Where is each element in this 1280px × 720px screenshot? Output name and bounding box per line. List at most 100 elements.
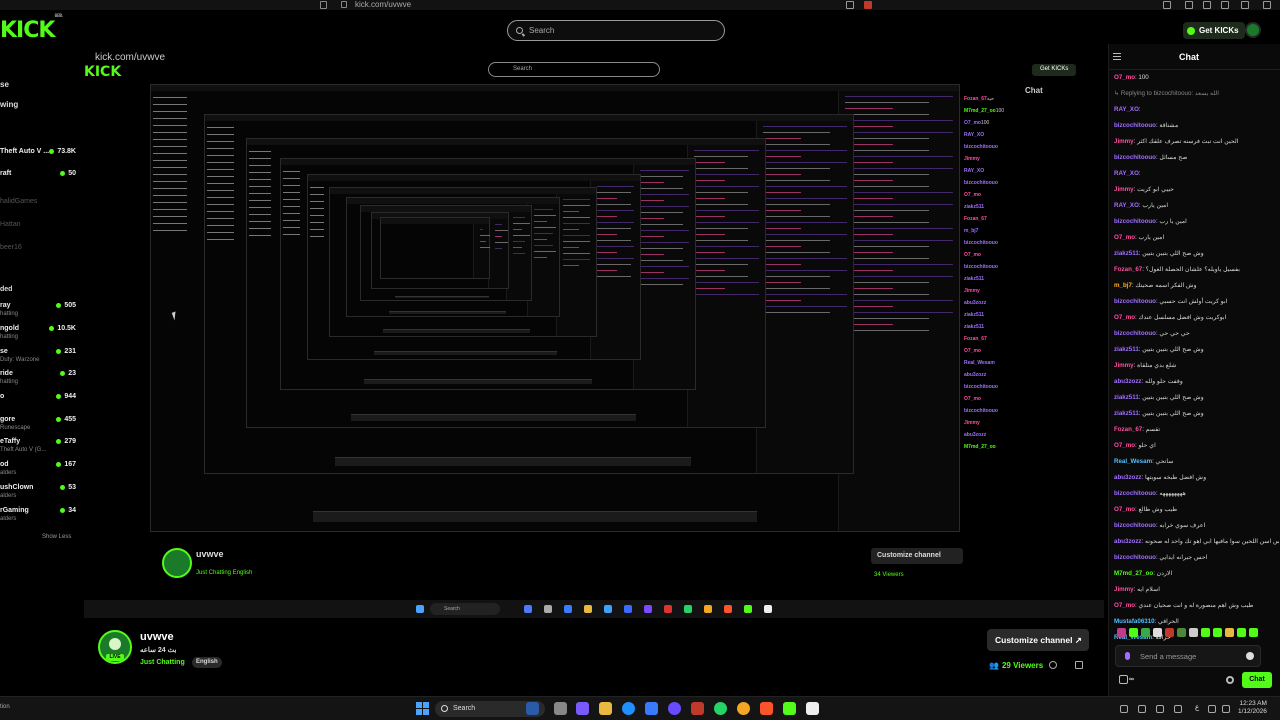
chat-message[interactable]: Jimmy: الحين انت تبث فرسنه تصرف علقك اكث… <box>1114 134 1279 150</box>
chat-username[interactable]: RAY_XO <box>1114 170 1139 177</box>
chat-username[interactable]: m_bj7 <box>1114 282 1132 289</box>
chat-username[interactable]: O7_mo <box>1114 234 1135 241</box>
chat-message[interactable]: O7_mo: اي حلو <box>1114 438 1279 454</box>
minimize-icon[interactable] <box>1221 1 1229 9</box>
show-less-button[interactable]: Show Less <box>42 534 71 540</box>
chat-username[interactable]: bizcochitoouo <box>1114 218 1156 225</box>
chat-message[interactable]: Fozan_67: تقسم <box>1114 422 1279 438</box>
kick-app-icon[interactable] <box>783 702 796 715</box>
chat-message[interactable]: RAY_XO: <box>1114 102 1279 118</box>
chat-username[interactable]: Jimmy <box>1114 362 1134 369</box>
maximize-icon[interactable] <box>1241 1 1249 9</box>
chat-message[interactable]: RAY_XO: <box>1114 166 1279 182</box>
chat-message[interactable]: bizcochitoouo: اعرف سوي خرابه <box>1114 518 1279 534</box>
chat-message[interactable]: bizcochitoouo: احس جيرانه ايدايي <box>1114 550 1279 566</box>
emote-icon[interactable] <box>1165 628 1174 637</box>
emote-icon[interactable] <box>1117 628 1126 637</box>
volume-icon[interactable] <box>1222 705 1230 713</box>
emote-icon[interactable] <box>1225 628 1234 637</box>
chat-username[interactable]: ziakz511 <box>1114 250 1139 257</box>
extension-icon[interactable] <box>1163 1 1171 9</box>
chat-message[interactable]: bizcochitoouo: ههههههههه <box>1114 486 1279 502</box>
mic-icon[interactable] <box>1125 652 1130 660</box>
chat-username[interactable]: Fozan_67 <box>1114 426 1142 433</box>
chat-message[interactable]: bizcochitoouo: ابو كريت أولش انت حسبي <box>1114 294 1279 310</box>
channel-name[interactable]: uvwve <box>140 631 174 643</box>
chat-username[interactable]: bizcochitoouo <box>1114 490 1156 497</box>
taskbar-widget[interactable]: tion <box>0 704 10 710</box>
chat-username[interactable]: O7_mo <box>1114 506 1135 513</box>
sidebar-channel[interactable]: raft 50 <box>0 170 80 190</box>
chat-message[interactable]: O7_mo: امين يارب <box>1114 230 1279 246</box>
chat-message[interactable]: bizcochitoouo: امين يا رب <box>1114 214 1279 230</box>
offline-channel[interactable]: Hattan <box>0 221 21 228</box>
offline-channel[interactable]: beer16 <box>0 244 22 251</box>
chat-message[interactable]: abu3zozz: احس اسن اللحين سوا مافيها ابي … <box>1114 534 1279 550</box>
chat-username[interactable]: RAY_XO <box>1114 106 1139 113</box>
emote-icon[interactable] <box>1189 628 1198 637</box>
chat-message[interactable]: O7_mo: طيب وش اهم منصورة له و انت صحيان … <box>1114 598 1279 614</box>
chat-username[interactable]: abu3zozz <box>1114 474 1142 481</box>
task-view-icon[interactable] <box>554 702 567 715</box>
chat-send-button[interactable]: Chat <box>1242 672 1272 688</box>
tray-app-icon[interactable] <box>1138 705 1146 713</box>
collapse-chat-icon[interactable] <box>1113 53 1121 60</box>
chat-username[interactable]: RAY_XO <box>1114 202 1139 209</box>
sidebar-channel[interactable]: ushClown alders 53 <box>0 484 80 504</box>
site-info-icon[interactable] <box>341 1 347 8</box>
chat-username[interactable]: Jimmy <box>1114 186 1134 193</box>
chat-message[interactable]: bizcochitoouo: مشتاقة <box>1114 118 1279 134</box>
search-input[interactable]: Search <box>507 20 725 41</box>
bookmark-icon[interactable] <box>320 1 327 9</box>
stream-category[interactable]: Just Chatting <box>140 659 185 666</box>
emote-icon[interactable] <box>1201 628 1210 637</box>
emote-icon[interactable] <box>1153 628 1162 637</box>
chat-username[interactable]: abu3zozz <box>1114 378 1142 385</box>
notepad-icon[interactable] <box>806 702 819 715</box>
chat-username[interactable]: abu3zozz <box>1114 538 1142 545</box>
chat-username[interactable]: M7md_27_oo <box>1114 570 1153 577</box>
chat-message[interactable]: M7md_27_oo: الاردن <box>1114 566 1279 582</box>
chat-username[interactable]: Jimmy <box>1114 586 1134 593</box>
file-explorer-icon[interactable] <box>599 702 612 715</box>
chat-input[interactable]: Send a message <box>1115 645 1261 667</box>
app-icon[interactable] <box>737 702 750 715</box>
chat-message[interactable]: O7_mo: طيب وش طالع <box>1114 502 1279 518</box>
sidebar-channel[interactable]: gore Runescape 455 <box>0 416 80 436</box>
chat-username[interactable]: Mustafa06310 <box>1114 618 1155 625</box>
chat-username[interactable]: O7_mo <box>1114 74 1135 81</box>
emote-icon[interactable] <box>1177 628 1186 637</box>
chat-username[interactable]: bizcochitoouo <box>1114 330 1156 337</box>
discord-icon[interactable] <box>668 702 681 715</box>
chat-username[interactable]: O7_mo <box>1114 442 1135 449</box>
channel-avatar[interactable]: LIVE <box>98 630 132 664</box>
sidebar-channel[interactable]: ngold hatting 10.5K <box>0 325 80 345</box>
chat-message[interactable]: Jimmy: حييي ابو كريت <box>1114 182 1279 198</box>
share-icon[interactable] <box>1049 661 1057 669</box>
sidebar-channel[interactable]: se Duty: Warzone 231 <box>0 348 80 368</box>
chat-message[interactable]: m_bj7: وش الفكر اسمه صحيتك <box>1114 278 1279 294</box>
chat-message[interactable]: Real_Wesam: ساتحي <box>1114 454 1279 470</box>
chat-username[interactable]: Jimmy <box>1114 138 1134 145</box>
emote-icon[interactable] <box>1237 628 1246 637</box>
store-icon[interactable] <box>645 702 658 715</box>
nav-browse[interactable]: se <box>0 80 9 89</box>
chat-username[interactable]: bizcochitoouo <box>1114 522 1156 529</box>
emote-icon[interactable] <box>1129 628 1138 637</box>
address-bar[interactable]: kick.com/uvwve <box>355 0 411 10</box>
chat-message[interactable]: O7_mo: 100 <box>1114 70 1279 86</box>
sidebar-channel[interactable]: Theft Auto V ... 73.8K <box>0 148 80 168</box>
language-tag[interactable]: English <box>192 657 222 668</box>
chat-reply-line[interactable]: ↳ Replying to bizcochitoouo: الله يسعد <box>1114 86 1279 102</box>
chat-message[interactable]: Fozan_67: بفسيل ياويله؟ علشان الحصلة الغ… <box>1114 262 1279 278</box>
chat-username[interactable]: ziakz511 <box>1114 346 1139 353</box>
mic-tray-icon[interactable] <box>1174 705 1182 713</box>
chat-username[interactable]: ziakz511 <box>1114 410 1139 417</box>
kick-logo[interactable]: KICKBETA <box>0 13 63 43</box>
red-app-icon[interactable] <box>691 702 704 715</box>
whatsapp-icon[interactable] <box>714 702 727 715</box>
tray-chevron-icon[interactable] <box>1120 705 1128 713</box>
emoji-picker-icon[interactable] <box>1246 652 1254 660</box>
tray-app-icon[interactable] <box>1156 705 1164 713</box>
chat-message[interactable]: ziakz511: وش صح اللي بتبين بتبين <box>1114 342 1279 358</box>
